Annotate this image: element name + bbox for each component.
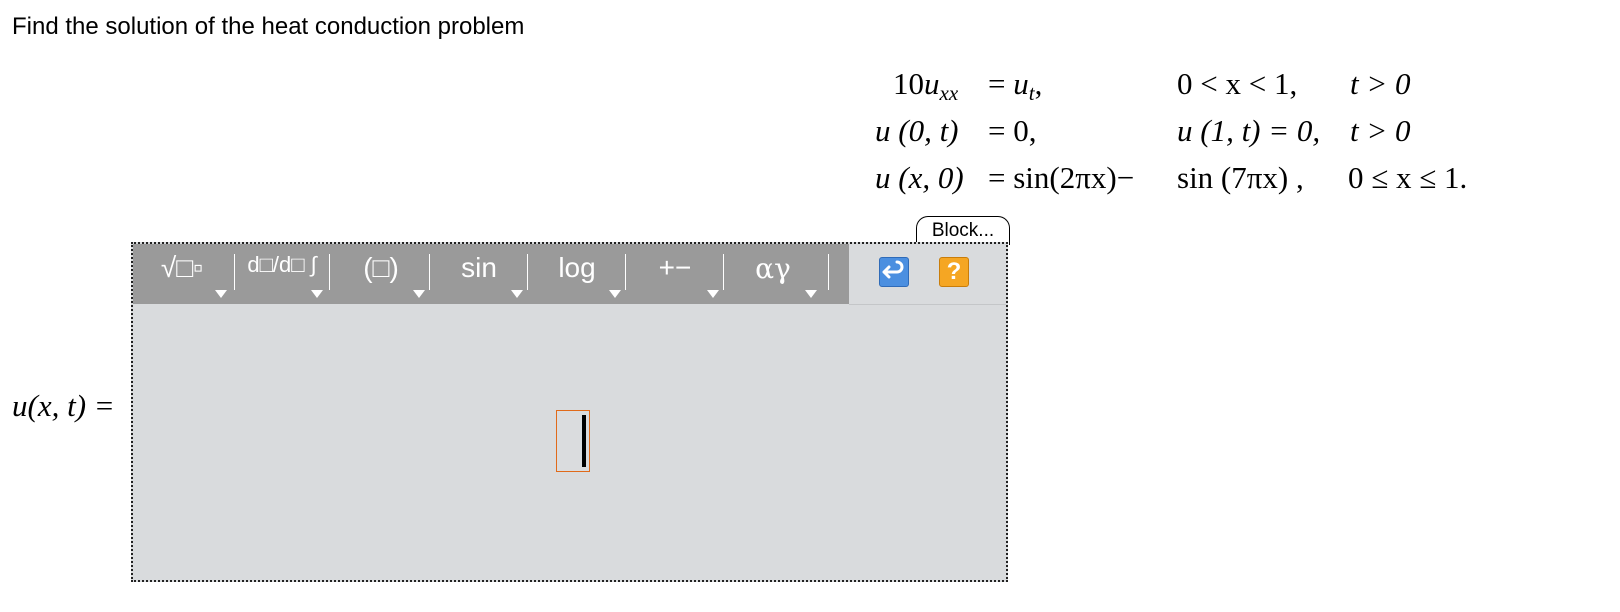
eq1-lhs: 10uxx <box>893 66 959 105</box>
chevron-down-icon <box>311 290 323 298</box>
text-caret <box>582 415 586 467</box>
greek-label: αγ <box>755 252 791 285</box>
eq1-rhs: = ut, <box>988 66 1043 105</box>
toolbar-divider <box>625 254 626 290</box>
chevron-down-icon <box>511 290 523 298</box>
eq3-rhs: = sin(2πx)− <box>988 160 1135 195</box>
chevron-down-icon <box>609 290 621 298</box>
eq2-rhs: = 0, <box>988 113 1037 148</box>
trig-label: sin <box>461 252 497 283</box>
chevron-down-icon <box>805 290 817 298</box>
operators-menu[interactable]: +− <box>627 244 723 304</box>
eq3-lhs: u (x, 0) <box>875 160 964 195</box>
trig-menu[interactable]: sin <box>431 244 527 304</box>
chevron-down-icon <box>215 290 227 298</box>
parentheses-icon: (□) <box>363 252 399 283</box>
answer-input-slot[interactable] <box>556 410 590 472</box>
sqrt-template-icon: √□▫ <box>160 252 204 283</box>
log-label: log <box>558 252 596 283</box>
toolbar-divider <box>429 254 430 290</box>
brackets-menu[interactable]: (□) <box>333 244 429 304</box>
help-button[interactable]: ? <box>939 257 969 287</box>
templates-menu[interactable]: √□▫ <box>133 244 231 304</box>
eq1-condition-t: t > 0 <box>1350 66 1411 101</box>
block-mode-tab[interactable]: Block... <box>916 216 1010 245</box>
toolbar-divider <box>527 254 528 290</box>
chevron-down-icon <box>707 290 719 298</box>
toolbar-divider <box>234 254 235 290</box>
undo-button[interactable] <box>879 257 909 287</box>
answer-label: u(x, t) = <box>12 388 115 423</box>
toolbar-divider <box>723 254 724 290</box>
calculus-menu[interactable]: d□/d□ ∫ <box>237 244 327 304</box>
operators-label: +− <box>658 252 692 283</box>
toolbar-divider <box>329 254 330 290</box>
eq1-condition-x: 0 < x < 1, <box>1177 66 1298 101</box>
derivative-integral-icon: d□/d□ ∫ <box>247 252 317 277</box>
eq3-rhs-continued: sin (7πx) , <box>1177 160 1304 195</box>
eq2-condition-t: t > 0 <box>1350 113 1411 148</box>
log-menu[interactable]: log <box>529 244 625 304</box>
eq2-lhs: u (0, t) <box>875 113 959 148</box>
editor-actions: ? <box>849 244 1006 305</box>
help-icon: ? <box>946 258 962 285</box>
chevron-down-icon <box>413 290 425 298</box>
problem-prompt: Find the solution of the heat conduction… <box>12 13 525 40</box>
eq3-condition-x: 0 ≤ x ≤ 1. <box>1348 160 1468 195</box>
editor-toolbar: √□▫ d□/d□ ∫ (□) sin log +− αγ <box>133 244 849 304</box>
undo-arrow-icon <box>882 260 904 279</box>
toolbar-divider <box>828 254 829 290</box>
greek-menu[interactable]: αγ <box>725 244 821 304</box>
equation-editor[interactable]: √□▫ d□/d□ ∫ (□) sin log +− αγ ? <box>131 242 1008 582</box>
eq2-right-boundary: u (1, t) = 0, <box>1177 113 1321 148</box>
